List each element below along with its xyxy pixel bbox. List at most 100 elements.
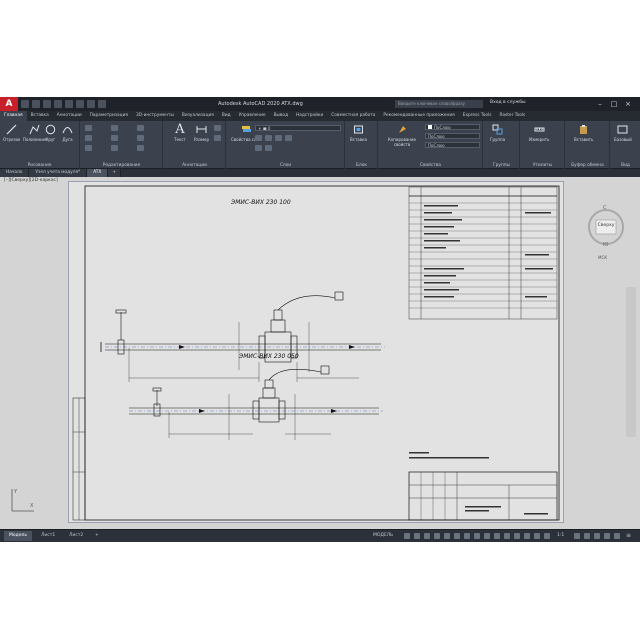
lineweight-dropdown[interactable]: ПоСлою	[425, 133, 480, 139]
color-dropdown[interactable]: ПоСлою	[425, 124, 480, 130]
dynamic-ucs-icon[interactable]	[504, 533, 510, 539]
copy-icon[interactable]	[85, 135, 92, 141]
viewcube-face-top[interactable]: Сверху	[596, 223, 616, 228]
save-as-icon[interactable]	[54, 100, 62, 108]
tab-model[interactable]: Модель	[4, 531, 33, 541]
match-properties-button[interactable]: Копирование свойств	[383, 124, 421, 147]
circle-button[interactable]: Круг	[45, 124, 56, 142]
clean-screen-icon[interactable]	[614, 533, 620, 539]
tab-start[interactable]: Начало	[0, 169, 30, 177]
wcs-dropdown[interactable]: МСК	[598, 255, 607, 260]
mirror-icon[interactable]	[111, 135, 118, 141]
fillet-icon[interactable]	[137, 135, 144, 141]
compass-south[interactable]: Ю	[603, 242, 608, 248]
osnap-icon[interactable]	[444, 533, 450, 539]
group-button[interactable]: Группа	[490, 124, 505, 142]
arc-button[interactable]: Дуга	[62, 124, 73, 142]
selection-filter-icon[interactable]	[514, 533, 520, 539]
tab-featured-apps[interactable]: Рекомендованные приложения	[379, 111, 458, 121]
table-icon[interactable]	[214, 135, 221, 141]
layer-current-icon[interactable]	[265, 145, 272, 151]
layers-panel-label[interactable]: Слои	[227, 163, 344, 168]
maximize-icon[interactable]: □	[608, 99, 620, 109]
viewcube[interactable]: Сверху С Ю МСК	[586, 197, 626, 267]
tab-3d-tools[interactable]: 3D-инструменты	[132, 111, 178, 121]
scale-icon[interactable]	[111, 145, 118, 151]
lineweight-icon[interactable]	[464, 533, 470, 539]
tab-collaborate[interactable]: Совместная работа	[327, 111, 379, 121]
drawing-viewport[interactable]: [–][Сверху][2D-каркас] ЭМИС-ВИХ 230 100 …	[0, 177, 640, 529]
navigation-bar[interactable]	[626, 287, 636, 437]
search-input[interactable]: Введите ключевое слово/фразу	[395, 100, 483, 108]
isolate-objects-icon[interactable]	[604, 533, 610, 539]
snap-icon[interactable]	[414, 533, 420, 539]
gizmo-icon[interactable]	[524, 533, 530, 539]
layer-freeze-icon[interactable]	[275, 135, 282, 141]
redo-icon[interactable]	[87, 100, 95, 108]
text-button[interactable]: A Текст	[174, 123, 186, 142]
minimize-icon[interactable]: –	[594, 99, 606, 109]
viewport-controls-label[interactable]: [–][Сверху][2D-каркас]	[4, 178, 58, 183]
linetype-dropdown[interactable]: ПоСлою	[425, 142, 480, 148]
clipboard-panel-label[interactable]: Буфер обмена	[566, 163, 609, 168]
tab-home[interactable]: Главная	[0, 111, 27, 121]
tab-view[interactable]: Вид	[218, 111, 235, 121]
base-view-button[interactable]: Базовый	[614, 124, 632, 142]
annotation-visibility-icon[interactable]	[534, 533, 540, 539]
polyline-button[interactable]: Полилиния	[23, 124, 46, 142]
save-icon[interactable]	[43, 100, 51, 108]
insert-block-button[interactable]: Вставка	[350, 124, 367, 142]
tab-raster-tools[interactable]: Raster Tools	[495, 111, 529, 121]
layer-isolate-icon[interactable]	[265, 135, 272, 141]
tab-layout2[interactable]: Лист2	[64, 531, 88, 541]
leader-icon[interactable]	[214, 125, 221, 131]
layer-dropdown[interactable]: ☀ ■ 0	[255, 125, 341, 131]
stretch-icon[interactable]	[85, 145, 92, 151]
close-icon[interactable]: ×	[622, 99, 634, 109]
workspace-gear-icon[interactable]	[574, 533, 580, 539]
tab-visualize[interactable]: Визуализация	[178, 111, 218, 121]
signin-button[interactable]: Вход в службы	[490, 100, 526, 105]
line-button[interactable]: Отрезок	[3, 124, 20, 142]
layer-match-icon[interactable]	[255, 145, 262, 151]
layer-off-icon[interactable]	[255, 135, 262, 141]
move-icon[interactable]	[85, 125, 92, 131]
array-icon[interactable]	[137, 145, 144, 151]
tab-parametric[interactable]: Параметризация	[86, 111, 132, 121]
customize-menu-icon[interactable]: ≡	[626, 531, 632, 539]
share-icon[interactable]	[98, 100, 106, 108]
annotation-scale-dropdown[interactable]: 1:1	[552, 531, 569, 541]
tab-annotate[interactable]: Аннотации	[53, 111, 86, 121]
add-layout-button[interactable]: +	[90, 531, 104, 541]
rotate-icon[interactable]	[111, 125, 118, 131]
new-tab-button[interactable]: +	[108, 169, 121, 177]
drawing-sheet[interactable]: ЭМИС-ВИХ 230 100 ЭМИС-ВИХ 230 050	[68, 181, 564, 523]
print-icon[interactable]	[65, 100, 73, 108]
new-file-icon[interactable]	[21, 100, 29, 108]
paste-button[interactable]: Вставить	[574, 124, 593, 142]
measure-button[interactable]: Измерить	[529, 124, 549, 142]
tab-express-tools[interactable]: Express Tools	[459, 111, 496, 121]
tab-addins[interactable]: Надстройки	[292, 111, 327, 121]
view-panel-label[interactable]: Вид	[611, 163, 640, 168]
trim-icon[interactable]	[137, 125, 144, 131]
block-panel-label[interactable]: Блок	[346, 163, 377, 168]
units-icon[interactable]	[594, 533, 600, 539]
tab-output[interactable]: Вывод	[270, 111, 292, 121]
modify-panel-label[interactable]: Редактирование	[81, 163, 162, 168]
grid-icon[interactable]	[404, 533, 410, 539]
draw-panel-label[interactable]: Рисование	[0, 163, 79, 168]
selection-cycling-icon[interactable]	[484, 533, 490, 539]
utilities-panel-label[interactable]: Утилиты	[521, 163, 564, 168]
tab-document-module[interactable]: Узел учета модуля*	[29, 169, 88, 177]
3d-osnap-icon[interactable]	[494, 533, 500, 539]
tab-insert[interactable]: Вставка	[27, 111, 53, 121]
undo-icon[interactable]	[76, 100, 84, 108]
groups-panel-label[interactable]: Группы	[484, 163, 519, 168]
annotation-panel-label[interactable]: Аннотации	[164, 163, 225, 168]
tab-manage[interactable]: Управление	[235, 111, 270, 121]
transparency-icon[interactable]	[474, 533, 480, 539]
layer-lock-icon[interactable]	[285, 135, 292, 141]
model-space-button[interactable]: МОДЕЛЬ	[368, 531, 398, 541]
properties-panel-label[interactable]: Свойства	[379, 163, 482, 168]
